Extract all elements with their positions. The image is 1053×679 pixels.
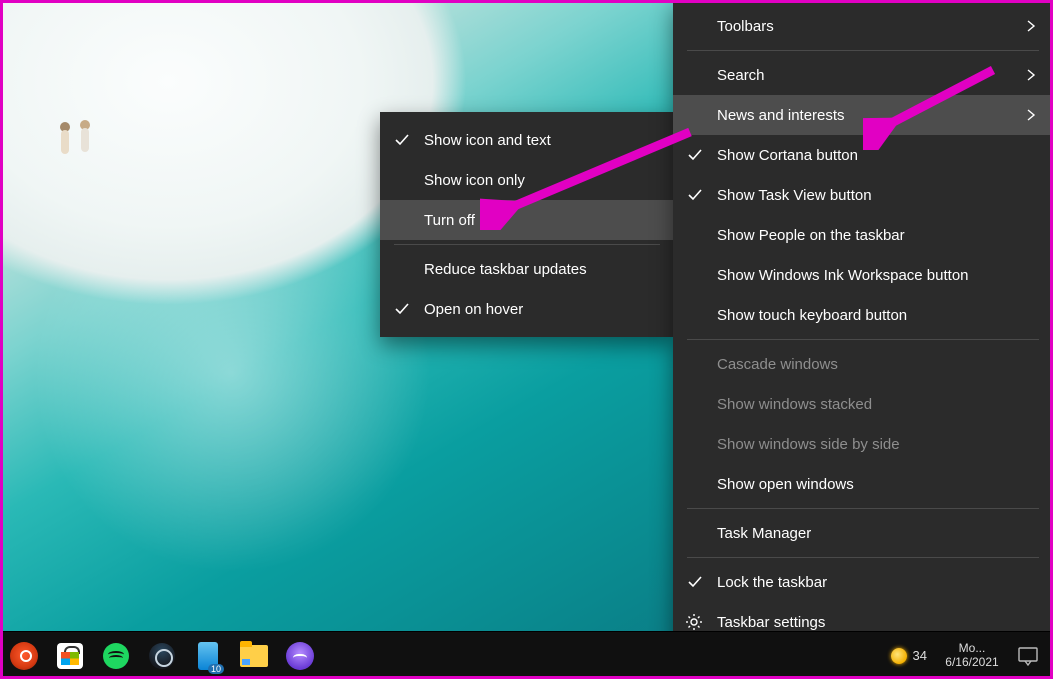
steam-icon bbox=[149, 643, 175, 669]
taskbar-app-yourphone[interactable]: 10 bbox=[194, 642, 222, 670]
chevron-right-icon bbox=[1025, 109, 1037, 121]
taskbar-weather[interactable]: 34 bbox=[891, 648, 927, 664]
submenu-item-turn-off[interactable]: Turn off bbox=[380, 200, 674, 240]
taskbar-app-brave[interactable] bbox=[10, 642, 38, 670]
menu-item-stacked: Show windows stacked bbox=[673, 384, 1053, 424]
menu-label: Show windows stacked bbox=[717, 396, 872, 413]
menu-item-ink[interactable]: Show Windows Ink Workspace button bbox=[673, 255, 1053, 295]
menu-label: Open on hover bbox=[424, 301, 523, 318]
clock-line2: 6/16/2021 bbox=[937, 656, 1007, 669]
check-icon bbox=[687, 574, 703, 590]
clock-line1: Mo... bbox=[937, 642, 1007, 655]
taskbar-app-other[interactable] bbox=[286, 642, 314, 670]
menu-item-cascade: Cascade windows bbox=[673, 344, 1053, 384]
news-interests-submenu: Show icon and text Show icon only Turn o… bbox=[380, 112, 674, 337]
menu-label: Show open windows bbox=[717, 476, 854, 493]
menu-label: Toolbars bbox=[717, 18, 774, 35]
menu-item-toolbars[interactable]: Toolbars bbox=[673, 6, 1053, 46]
taskbar-pinned-apps: 10 bbox=[6, 642, 314, 670]
menu-label: Show Task View button bbox=[717, 187, 872, 204]
spotify-icon bbox=[103, 643, 129, 669]
menu-item-task-manager[interactable]: Task Manager bbox=[673, 513, 1053, 553]
menu-label: News and interests bbox=[717, 107, 845, 124]
wallpaper-subject bbox=[55, 120, 115, 180]
menu-label: Show Windows Ink Workspace button bbox=[717, 267, 969, 284]
menu-label: Taskbar settings bbox=[717, 614, 825, 631]
chevron-right-icon bbox=[1025, 69, 1037, 81]
taskbar-system-tray: 34 Mo... 6/16/2021 bbox=[891, 642, 1047, 668]
menu-label: Show windows side by side bbox=[717, 436, 900, 453]
taskbar[interactable]: 10 34 Mo... 6/16/2021 bbox=[0, 631, 1053, 679]
menu-label: Lock the taskbar bbox=[717, 574, 827, 591]
menu-item-news-interests[interactable]: News and interests bbox=[673, 95, 1053, 135]
menu-item-taskview[interactable]: Show Task View button bbox=[673, 175, 1053, 215]
menu-item-touch-keyboard[interactable]: Show touch keyboard button bbox=[673, 295, 1053, 335]
taskbar-app-explorer[interactable] bbox=[240, 642, 268, 670]
store-icon bbox=[57, 643, 83, 669]
menu-item-side-by-side: Show windows side by side bbox=[673, 424, 1053, 464]
check-icon bbox=[687, 187, 703, 203]
brave-icon bbox=[10, 642, 38, 670]
menu-separator bbox=[394, 244, 660, 245]
menu-label: Turn off bbox=[424, 212, 475, 229]
menu-item-show-open-windows[interactable]: Show open windows bbox=[673, 464, 1053, 504]
menu-label: Cascade windows bbox=[717, 356, 838, 373]
menu-item-people[interactable]: Show People on the taskbar bbox=[673, 215, 1053, 255]
chevron-right-icon bbox=[1025, 20, 1037, 32]
taskbar-context-menu: Toolbars Search News and interests Show … bbox=[673, 0, 1053, 656]
submenu-item-show-icon-text[interactable]: Show icon and text bbox=[380, 120, 674, 160]
gear-icon bbox=[685, 613, 703, 631]
badge-count: 10 bbox=[208, 664, 224, 674]
taskbar-app-store[interactable] bbox=[56, 642, 84, 670]
menu-separator bbox=[687, 508, 1039, 509]
menu-label: Show touch keyboard button bbox=[717, 307, 907, 324]
menu-separator bbox=[687, 339, 1039, 340]
menu-item-lock-taskbar[interactable]: Lock the taskbar bbox=[673, 562, 1053, 602]
menu-separator bbox=[687, 50, 1039, 51]
check-icon bbox=[394, 132, 410, 148]
folder-icon bbox=[240, 645, 268, 667]
taskbar-clock[interactable]: Mo... 6/16/2021 bbox=[937, 642, 1007, 668]
sun-icon bbox=[891, 648, 907, 664]
yourphone-icon: 10 bbox=[198, 642, 218, 670]
check-icon bbox=[394, 301, 410, 317]
action-center-icon[interactable] bbox=[1017, 645, 1039, 667]
round-app-icon bbox=[286, 642, 314, 670]
weather-temp: 34 bbox=[913, 648, 927, 663]
menu-label: Search bbox=[717, 67, 765, 84]
menu-label: Show icon and text bbox=[424, 132, 551, 149]
menu-label: Show icon only bbox=[424, 172, 525, 189]
menu-item-cortana[interactable]: Show Cortana button bbox=[673, 135, 1053, 175]
submenu-item-show-icon-only[interactable]: Show icon only bbox=[380, 160, 674, 200]
menu-label: Reduce taskbar updates bbox=[424, 261, 587, 278]
submenu-item-reduce-updates[interactable]: Reduce taskbar updates bbox=[380, 249, 674, 289]
menu-label: Task Manager bbox=[717, 525, 811, 542]
menu-label: Show People on the taskbar bbox=[717, 227, 905, 244]
menu-label: Show Cortana button bbox=[717, 147, 858, 164]
taskbar-app-steam[interactable] bbox=[148, 642, 176, 670]
menu-separator bbox=[687, 557, 1039, 558]
menu-item-search[interactable]: Search bbox=[673, 55, 1053, 95]
check-icon bbox=[687, 147, 703, 163]
taskbar-app-spotify[interactable] bbox=[102, 642, 130, 670]
submenu-item-open-on-hover[interactable]: Open on hover bbox=[380, 289, 674, 329]
